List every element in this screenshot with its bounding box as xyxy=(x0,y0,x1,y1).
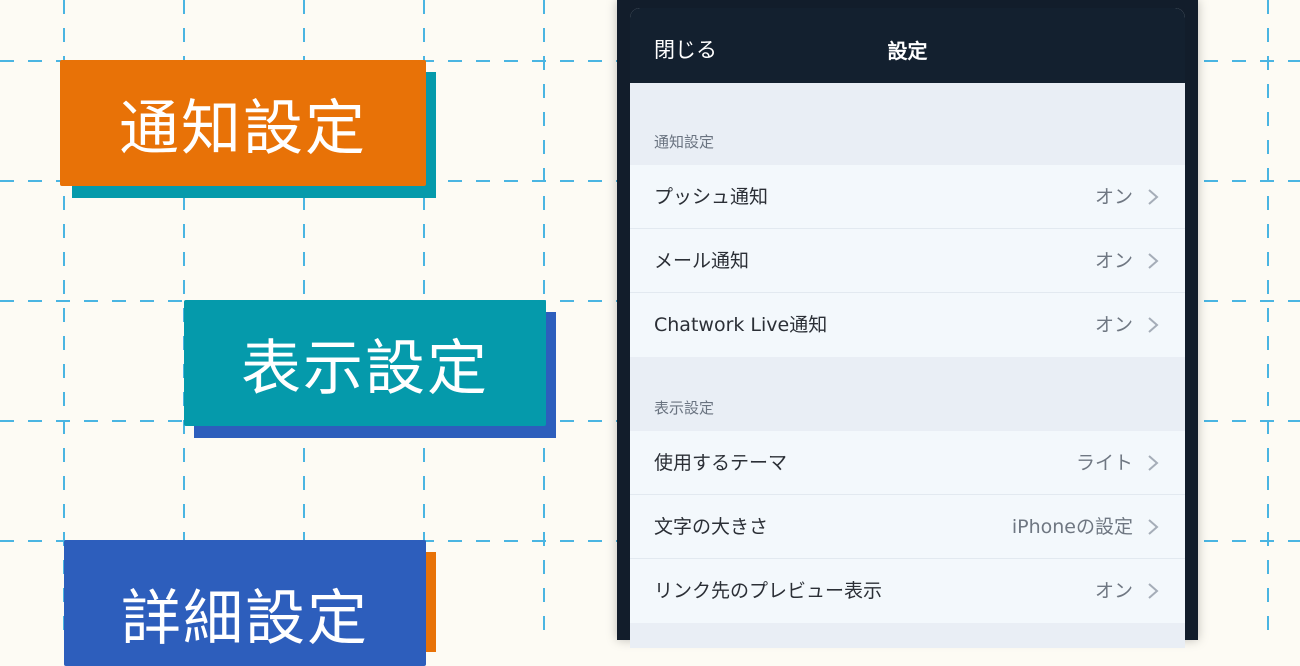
display-label: 表示設定 xyxy=(184,300,546,426)
row-value: オン xyxy=(1094,580,1133,602)
row-theme[interactable]: 使用するテーマ ライト xyxy=(630,431,1185,495)
navigation-bar: 閉じる 設定 xyxy=(630,8,1185,83)
row-value: iPhoneの設定 xyxy=(1011,516,1133,538)
chevron-right-icon xyxy=(1148,583,1159,599)
row-value: ライト xyxy=(1075,452,1133,474)
row-link-preview[interactable]: リンク先のプレビュー表示 オン xyxy=(630,559,1185,623)
chevron-right-icon xyxy=(1148,189,1159,205)
row-value: オン xyxy=(1094,250,1133,272)
row-chatwork-live-notifications[interactable]: Chatwork Live通知 オン xyxy=(630,293,1185,357)
settings-screen: 閉じる 設定 通知設定 プッシュ通知 オン メール通知 オン Chatwork … xyxy=(630,8,1185,648)
chevron-right-icon xyxy=(1148,519,1159,535)
row-value: オン xyxy=(1094,186,1133,208)
row-email-notifications[interactable]: メール通知 オン xyxy=(630,229,1185,293)
screen-title: 設定 xyxy=(887,39,928,63)
chevron-right-icon xyxy=(1148,253,1159,269)
row-label: 使用するテーマ xyxy=(654,452,788,474)
row-label: プッシュ通知 xyxy=(654,186,769,208)
section-header-display: 表示設定 xyxy=(654,399,715,417)
row-label: Chatwork Live通知 xyxy=(654,314,828,336)
chevron-right-icon xyxy=(1148,455,1159,471)
notifications-label: 通知設定 xyxy=(60,60,426,186)
row-label: メール通知 xyxy=(654,250,750,272)
advanced-label: 詳細設定 xyxy=(64,540,426,666)
row-label: リンク先のプレビュー表示 xyxy=(654,580,883,602)
section-header-notifications: 通知設定 xyxy=(654,133,715,151)
phone-frame: 閉じる 設定 通知設定 プッシュ通知 オン メール通知 オン Chatwork … xyxy=(617,0,1198,648)
chevron-right-icon xyxy=(1148,317,1159,333)
row-label: 文字の大きさ xyxy=(654,516,769,538)
row-value: オン xyxy=(1094,314,1133,336)
row-push-notifications[interactable]: プッシュ通知 オン xyxy=(630,165,1185,229)
row-text-size[interactable]: 文字の大きさ iPhoneの設定 xyxy=(630,495,1185,559)
